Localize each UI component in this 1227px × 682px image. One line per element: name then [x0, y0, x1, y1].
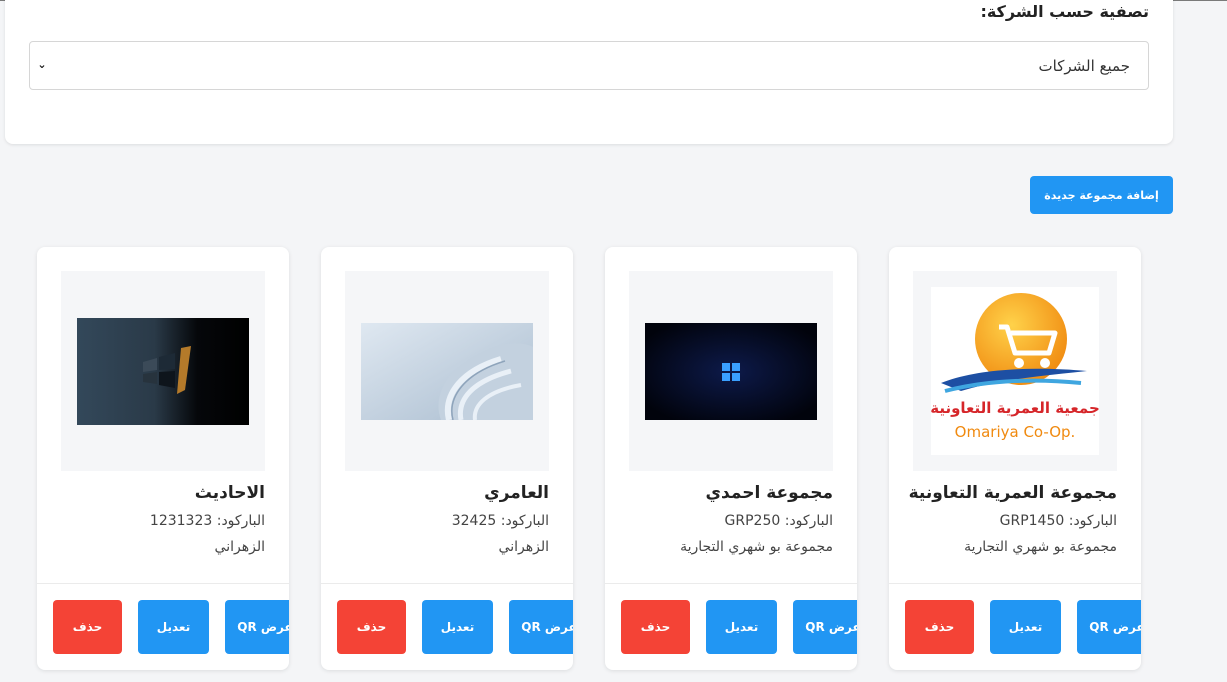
view-qr-button[interactable]: عرض QR [225, 600, 289, 654]
group-card: الاحاديث الباركود: 1231323 الزهراني عرض … [37, 247, 289, 670]
delete-button[interactable]: حذف [53, 600, 122, 654]
chevron-down-icon: ⌄ [37, 58, 47, 71]
logo-english-text: Omariya Co-Op. [955, 423, 1076, 441]
edit-button[interactable]: تعديل [990, 600, 1061, 654]
group-name: الاحاديث [194, 483, 265, 503]
card-divider [37, 583, 289, 584]
group-company: مجموعة بو شهري التجارية [964, 539, 1117, 555]
group-image [629, 271, 833, 471]
group-barcode: الباركود: GRP250 [724, 513, 833, 529]
windows-7-wallpaper [77, 318, 249, 425]
group-image: جمعية العمرية التعاونية Omariya Co-Op. [913, 271, 1117, 471]
filter-label: تصفية حسب الشركة: [980, 2, 1149, 21]
group-name: مجموعة احمدي [705, 483, 833, 503]
select-value: جميع الشركات [1038, 57, 1130, 75]
group-name: العامري [484, 483, 549, 503]
group-card: جمعية العمرية التعاونية Omariya Co-Op. م… [889, 247, 1141, 670]
windows-11-wallpaper [645, 323, 817, 420]
filter-panel: تصفية حسب الشركة: جميع الشركات ⌄ [5, 0, 1173, 144]
group-name: مجموعة العمرية التعاونية [908, 483, 1117, 503]
omariya-logo: جمعية العمرية التعاونية Omariya Co-Op. [931, 287, 1099, 455]
edit-button[interactable]: تعديل [706, 600, 777, 654]
group-company: الزهراني [214, 539, 265, 555]
group-card: العامري الباركود: 32425 الزهراني عرض QR … [321, 247, 573, 670]
group-company: مجموعة بو شهري التجارية [680, 539, 833, 555]
delete-button[interactable]: حذف [337, 600, 406, 654]
group-image [345, 271, 549, 471]
add-group-button[interactable]: إضافة مجموعة جديدة [1030, 176, 1173, 214]
group-barcode: الباركود: 1231323 [149, 513, 265, 529]
group-image [61, 271, 265, 471]
logo-arabic-text: جمعية العمرية التعاونية [931, 399, 1099, 417]
group-company: الزهراني [498, 539, 549, 555]
group-barcode: الباركود: 32425 [451, 513, 549, 529]
view-qr-button[interactable]: عرض QR [793, 600, 857, 654]
edit-button[interactable]: تعديل [138, 600, 209, 654]
card-divider [605, 583, 857, 584]
delete-button[interactable]: حذف [905, 600, 974, 654]
group-card: مجموعة احمدي الباركود: GRP250 مجموعة بو … [605, 247, 857, 670]
card-divider [321, 583, 573, 584]
delete-button[interactable]: حذف [621, 600, 690, 654]
view-qr-button[interactable]: عرض QR [509, 600, 573, 654]
group-barcode: الباركود: GRP1450 [999, 513, 1117, 529]
card-divider [889, 583, 1141, 584]
view-qr-button[interactable]: عرض QR [1077, 600, 1141, 654]
edit-button[interactable]: تعديل [422, 600, 493, 654]
company-filter-select[interactable]: جميع الشركات ⌄ [29, 41, 1149, 90]
abstract-ribbon-wallpaper [361, 323, 533, 420]
